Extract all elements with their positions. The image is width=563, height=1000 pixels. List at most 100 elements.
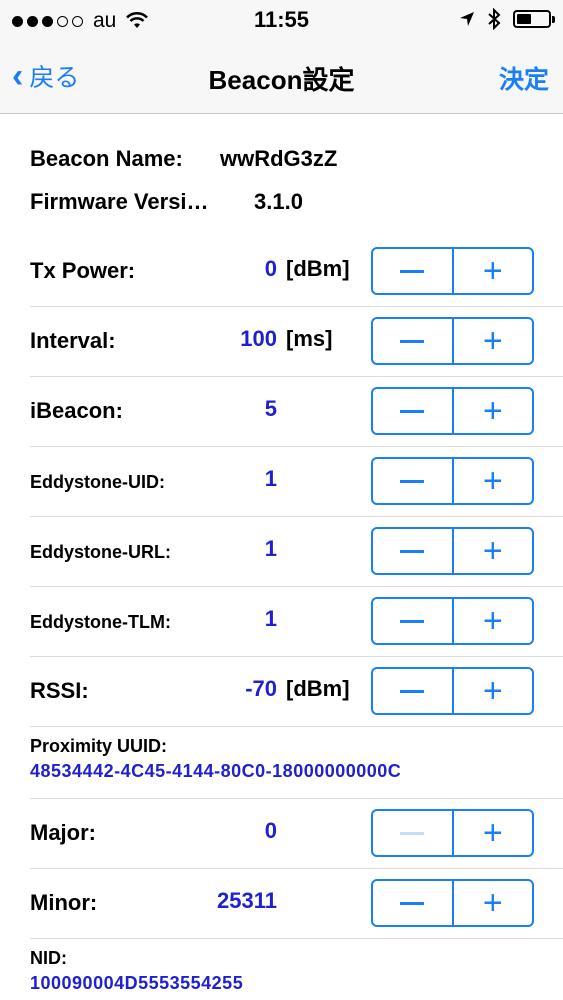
bluetooth-icon (488, 8, 501, 30)
minus-icon (400, 339, 425, 343)
tx-power-stepper: + (371, 247, 534, 295)
setting-row-major: Major: 0 + (0, 798, 563, 868)
increment-button[interactable]: + (454, 599, 533, 643)
minus-icon (400, 269, 425, 273)
setting-unit: [dBm] (286, 676, 350, 701)
proximity-uuid-block: Proximity UUID: 48534442-4C45-4144-80C0-… (30, 736, 563, 782)
firmware-value: 3.1.0 (254, 189, 303, 214)
status-right (459, 8, 555, 30)
plus-icon: + (482, 671, 503, 710)
proximity-uuid-label: Proximity UUID: (30, 736, 168, 756)
decrement-button[interactable] (373, 669, 454, 713)
plus-icon: + (482, 251, 503, 290)
plus-icon: + (482, 813, 503, 852)
setting-value: 100 (240, 326, 277, 351)
setting-value: 25311 (217, 888, 277, 913)
increment-button[interactable]: + (454, 389, 533, 433)
nid-value: 100090004D5553554255 (30, 973, 244, 993)
plus-icon: + (482, 601, 503, 640)
minus-icon (400, 901, 425, 905)
setting-row-ibeacon: iBeacon: 5 + (0, 376, 563, 446)
increment-button[interactable]: + (454, 881, 533, 925)
setting-label: Eddystone-URL: (30, 542, 171, 562)
increment-button[interactable]: + (454, 529, 533, 573)
minus-icon (400, 831, 425, 835)
setting-row-eddystone-url: Eddystone-URL: 1 + (0, 516, 563, 586)
divider (30, 516, 563, 517)
increment-button[interactable]: + (454, 669, 533, 713)
page-title: Beacon設定 (208, 65, 355, 95)
setting-unit: [ms] (286, 326, 333, 351)
proximity-uuid-value: 48534442-4C45-4144-80C0-18000000000C (30, 761, 402, 781)
increment-button[interactable]: + (454, 319, 533, 363)
eddystone-url-stepper: + (371, 527, 534, 575)
decrement-button[interactable] (373, 599, 454, 643)
setting-label: Minor: (30, 890, 98, 915)
setting-row-tx-power: Tx Power: 0 [dBm] + (0, 236, 563, 306)
setting-label: iBeacon: (30, 398, 123, 423)
divider (30, 586, 563, 587)
beacon-name-row: Beacon Name: wwRdG3zZ (30, 146, 337, 172)
setting-value: -70 (245, 676, 277, 701)
divider (30, 376, 563, 377)
increment-button[interactable]: + (454, 249, 533, 293)
decrement-button[interactable] (373, 529, 454, 573)
nid-block: NID: 100090004D5553554255 (30, 948, 563, 994)
setting-unit: [dBm] (286, 256, 350, 281)
interval-stepper: + (371, 317, 534, 365)
nid-label: NID: (30, 948, 67, 968)
battery-icon (513, 10, 555, 28)
status-bar: au 11:55 (0, 0, 563, 40)
eddystone-uid-stepper: + (371, 457, 534, 505)
setting-row-eddystone-tlm: Eddystone-TLM: 1 + (0, 586, 563, 656)
setting-label: RSSI: (30, 678, 89, 703)
decrement-button[interactable] (373, 459, 454, 503)
decrement-button[interactable] (373, 811, 454, 855)
plus-icon: + (482, 461, 503, 500)
location-arrow-icon (460, 12, 474, 26)
plus-icon: + (482, 531, 503, 570)
decrement-button[interactable] (373, 389, 454, 433)
minus-icon (400, 479, 425, 483)
rssi-stepper: + (371, 667, 534, 715)
setting-value: 1 (264, 466, 277, 491)
beacon-name-value: wwRdG3zZ (220, 146, 338, 171)
divider (30, 726, 563, 727)
setting-value: 0 (264, 256, 277, 281)
minus-icon (400, 549, 425, 553)
decrement-button[interactable] (373, 249, 454, 293)
setting-row-minor: Minor: 25311 + (0, 868, 563, 938)
minus-icon (400, 689, 425, 693)
plus-icon: + (482, 391, 503, 430)
divider (30, 656, 563, 657)
firmware-label: Firmware Versi… (30, 189, 209, 214)
setting-value: 1 (264, 606, 277, 631)
setting-row-eddystone-uid: Eddystone-UID: 1 + (0, 446, 563, 516)
increment-button[interactable]: + (454, 811, 533, 855)
increment-button[interactable]: + (454, 459, 533, 503)
decrement-button[interactable] (373, 319, 454, 363)
setting-row-rssi: RSSI: -70 [dBm] + (0, 656, 563, 726)
plus-icon: + (482, 321, 503, 360)
divider (30, 306, 563, 307)
setting-value: 5 (264, 396, 277, 421)
divider (30, 868, 563, 869)
decrement-button[interactable] (373, 881, 454, 925)
firmware-row: Firmware Versi… 3.1.0 (30, 189, 303, 215)
eddystone-tlm-stepper: + (371, 597, 534, 645)
setting-label: Major: (30, 820, 96, 845)
done-button[interactable]: 決定 (499, 60, 549, 96)
ibeacon-stepper: + (371, 387, 534, 435)
minor-stepper: + (371, 879, 534, 927)
divider (30, 446, 563, 447)
navigation-bar: ‹ 戻る Beacon設定 決定 (0, 40, 563, 114)
setting-label: Tx Power: (30, 258, 136, 283)
minus-icon (400, 619, 425, 623)
setting-value: 0 (264, 818, 277, 843)
divider (30, 938, 563, 939)
setting-row-interval: Interval: 100 [ms] + (0, 306, 563, 376)
setting-label: Interval: (30, 328, 116, 353)
major-stepper: + (371, 809, 534, 857)
setting-label: Eddystone-TLM: (30, 612, 171, 632)
setting-label: Eddystone-UID: (30, 472, 165, 492)
